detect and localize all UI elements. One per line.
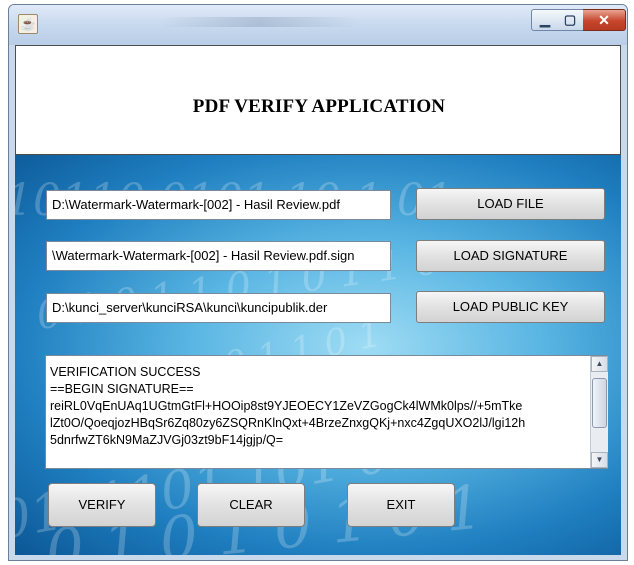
app-window: ☕ ▁ ▢ ✕ PDF VERIFY APPLICATION 10110 010…	[8, 4, 628, 561]
output-line: lZt0O/QoeqjozHBqSr6Zq80zy6ZSQRnKlnQxt+4B…	[50, 416, 526, 430]
close-button[interactable]: ✕	[583, 9, 626, 31]
maximize-icon: ▢	[563, 12, 577, 27]
output-line: reiRL0VqEnUAq1UGtmGtFl+HOOip8st9YJEOECY1…	[50, 399, 523, 413]
header-panel: PDF VERIFY APPLICATION	[15, 45, 621, 155]
minimize-icon: ▁	[540, 12, 550, 27]
scroll-thumb[interactable]	[592, 378, 607, 428]
load-signature-button[interactable]: LOAD SIGNATURE	[416, 240, 605, 272]
maximize-button[interactable]: ▢	[557, 9, 584, 31]
client-area: PDF VERIFY APPLICATION 10110 0101 10 1 0…	[15, 45, 621, 555]
output-line: 5dnrfwZT6kN9MaZJVGj03zt9bF14jgjp/Q=	[50, 433, 284, 447]
output-line: VERIFICATION SUCCESS	[50, 365, 201, 379]
load-file-button[interactable]: LOAD FILE	[416, 188, 605, 220]
page-title: PDF VERIFY APPLICATION	[192, 96, 446, 117]
verify-button[interactable]: VERIFY	[48, 483, 156, 527]
window-title-blurred	[159, 17, 359, 27]
output-line: ==BEGIN SIGNATURE==	[50, 382, 194, 396]
close-icon: ✕	[598, 12, 610, 28]
exit-button[interactable]: EXIT	[347, 483, 455, 527]
scroll-down-icon[interactable]: ▼	[591, 452, 608, 468]
minimize-button[interactable]: ▁	[531, 9, 559, 31]
vertical-scrollbar[interactable]: ▲ ▼	[590, 356, 608, 468]
output-text: VERIFICATION SUCCESS ==BEGIN SIGNATURE==…	[50, 364, 586, 449]
signature-path-field[interactable]: \Watermark-Watermark-[002] - Hasil Revie…	[46, 241, 391, 271]
public-key-path-field[interactable]: D:\kunci_server\kunciRSA\kunci\kuncipubl…	[46, 293, 391, 323]
verification-output[interactable]: VERIFICATION SUCCESS ==BEGIN SIGNATURE==…	[45, 355, 608, 469]
load-public-key-button[interactable]: LOAD PUBLIC KEY	[416, 291, 605, 323]
file-path-field[interactable]: D:\Watermark-Watermark-[002] - Hasil Rev…	[46, 190, 391, 220]
java-icon: ☕	[18, 14, 38, 34]
clear-button[interactable]: CLEAR	[197, 483, 305, 527]
title-bar[interactable]: ☕ ▁ ▢ ✕	[9, 5, 627, 45]
scroll-up-icon[interactable]: ▲	[591, 356, 608, 372]
